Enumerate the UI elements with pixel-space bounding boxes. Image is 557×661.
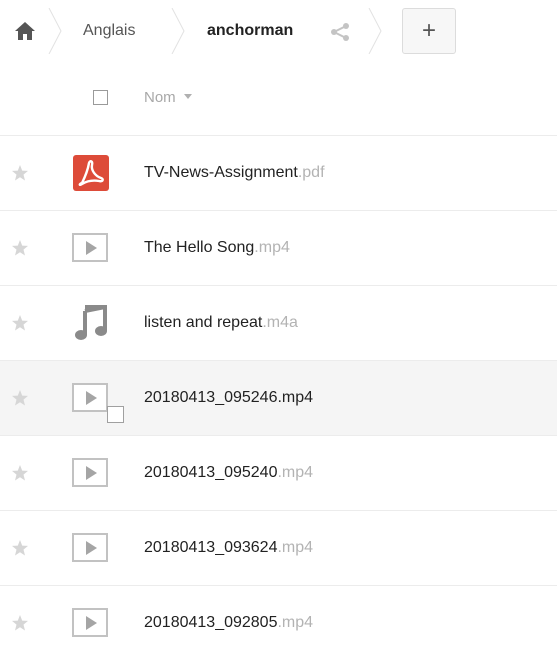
share-icon[interactable] [329, 22, 351, 42]
breadcrumb-item-anglais[interactable]: Anglais [83, 21, 135, 41]
file-extension: .mp4 [277, 539, 314, 556]
video-icon [72, 533, 108, 562]
star-icon[interactable] [11, 389, 29, 407]
breadcrumb-separator [368, 8, 382, 54]
video-icon [72, 383, 108, 412]
file-name[interactable]: TV-News-Assignment.pdf [144, 163, 325, 183]
file-row[interactable]: listen and repeat.m4a [0, 286, 557, 361]
file-name[interactable]: 20180413_095246.mp4 [144, 388, 313, 408]
breadcrumb: Anglais anchorman + [0, 0, 557, 62]
breadcrumb-separator [48, 8, 62, 54]
pdf-icon [73, 155, 109, 191]
file-basename: 20180413_095240 [144, 464, 278, 481]
star-icon[interactable] [11, 314, 29, 332]
file-basename: listen and repeat [144, 314, 263, 331]
breadcrumb-item-current[interactable]: anchorman [207, 21, 293, 41]
star-icon[interactable] [11, 614, 29, 632]
file-extension: .m4a [262, 314, 298, 331]
file-basename: 20180413_092805 [144, 614, 278, 631]
file-extension: .mp4 [277, 389, 314, 406]
file-row[interactable]: 20180413_093624.mp4 [0, 511, 557, 586]
file-row[interactable]: 20180413_092805.mp4 [0, 586, 557, 661]
file-row[interactable]: The Hello Song.mp4 [0, 211, 557, 286]
file-name[interactable]: 20180413_093624.mp4 [144, 538, 313, 558]
file-list: TV-News-Assignment.pdf The Hello Song.mp4… [0, 136, 557, 661]
file-basename: 20180413_095246 [144, 389, 278, 406]
file-extension: .mp4 [254, 239, 290, 256]
select-all-checkbox[interactable] [93, 90, 108, 105]
star-icon[interactable] [11, 164, 29, 182]
breadcrumb-separator [171, 8, 185, 54]
file-basename: The Hello Song [144, 239, 255, 256]
file-name[interactable]: listen and repeat.m4a [144, 313, 298, 333]
file-name[interactable]: 20180413_092805.mp4 [144, 613, 313, 633]
file-extension: .pdf [297, 164, 325, 181]
new-file-button[interactable]: + [402, 8, 456, 54]
file-name[interactable]: 20180413_095240.mp4 [144, 463, 313, 483]
home-icon[interactable] [14, 21, 36, 41]
video-icon [72, 608, 108, 637]
row-select-checkbox[interactable] [107, 406, 124, 423]
sort-by-name[interactable]: Nom [144, 89, 192, 107]
file-list-header: Nom [0, 62, 557, 136]
plus-icon: + [421, 17, 436, 44]
file-basename: TV-News-Assignment [144, 164, 298, 181]
star-icon[interactable] [11, 539, 29, 557]
file-basename: 20180413_093624 [144, 539, 278, 556]
star-icon[interactable] [11, 239, 29, 257]
file-name[interactable]: The Hello Song.mp4 [144, 238, 290, 258]
file-extension: .mp4 [277, 464, 314, 481]
file-row[interactable]: 20180413_095240.mp4 [0, 436, 557, 511]
star-icon[interactable] [11, 464, 29, 482]
file-row[interactable]: TV-News-Assignment.pdf [0, 136, 557, 211]
file-extension: .mp4 [277, 614, 314, 631]
sort-label: Nom [144, 89, 176, 106]
video-icon [72, 233, 108, 262]
video-icon [72, 458, 108, 487]
file-row[interactable]: 20180413_095246.mp4 [0, 361, 557, 436]
music-icon [75, 305, 107, 340]
sort-caret-icon [183, 93, 192, 99]
